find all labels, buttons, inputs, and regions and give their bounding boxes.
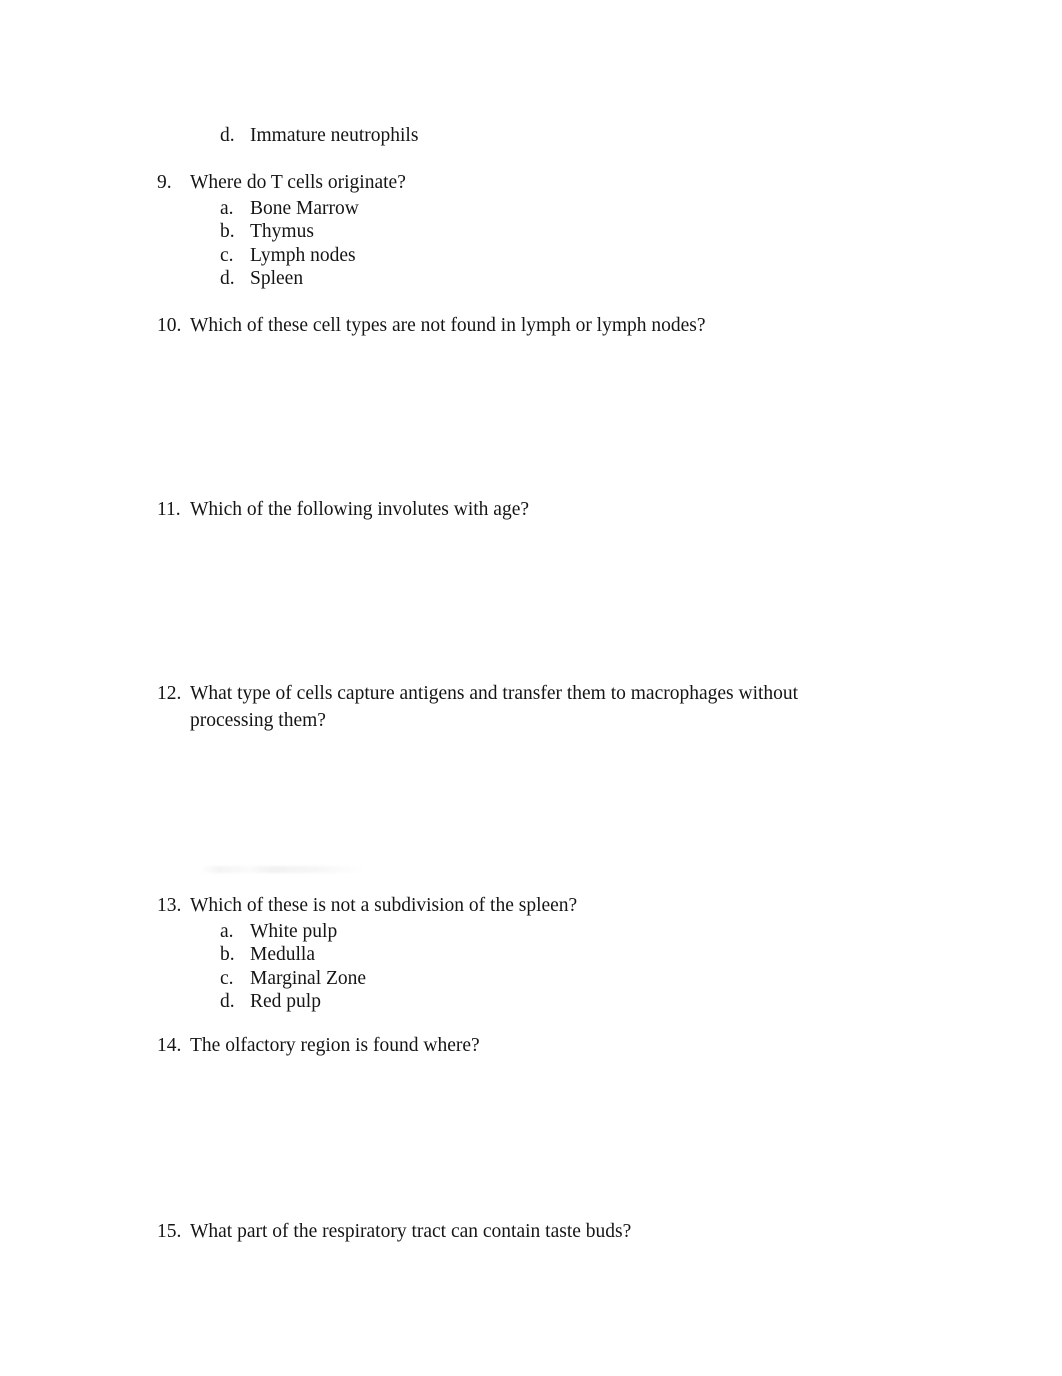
option-list: d. Immature neutrophils xyxy=(157,124,418,148)
question-number: 12. xyxy=(157,683,182,704)
list-item[interactable]: a. White pulp xyxy=(157,920,577,944)
list-item[interactable]: d. Red pulp xyxy=(157,990,577,1014)
option-list: a. Bone Marrow b. Thymus c. Lymph nodes … xyxy=(157,197,406,291)
question-block-11: 11. Which of the following involutes wit… xyxy=(157,497,529,524)
question-block-15: 15. What part of the respiratory tract c… xyxy=(157,1219,631,1246)
question-line: 10. Which of these cell types are not fo… xyxy=(157,313,706,340)
question-text: What type of cells capture antigens and … xyxy=(190,683,799,731)
option-letter: c. xyxy=(220,244,234,266)
option-text: Spleen xyxy=(250,268,304,289)
option-text: White pulp xyxy=(250,920,338,942)
question-text: Which of the following involutes with ag… xyxy=(190,499,530,520)
question-number: 10. xyxy=(157,315,182,336)
question-block-13: 13. Which of these is not a subdivision … xyxy=(157,893,577,1014)
option-letter: d. xyxy=(220,991,235,1012)
option-text: Bone Marrow xyxy=(250,197,359,219)
option-list: a. White pulp b. Medulla c. Marginal Zon… xyxy=(157,920,577,1014)
question-line: 11. Which of the following involutes wit… xyxy=(157,497,529,524)
question-text: The olfactory region is found where? xyxy=(190,1035,480,1056)
option-letter: b. xyxy=(220,221,235,242)
option-text: Lymph nodes xyxy=(250,244,356,266)
option-text: Thymus xyxy=(250,221,314,242)
question-block-10: 10. Which of these cell types are not fo… xyxy=(157,313,706,340)
option-letter: a. xyxy=(220,920,234,942)
question-number: 14. xyxy=(157,1035,182,1056)
option-letter: a. xyxy=(220,197,234,219)
question-number: 9. xyxy=(157,172,172,193)
question-block-12: 12. What type of cells capture antigens … xyxy=(157,681,872,734)
list-item[interactable]: b. Medulla xyxy=(157,943,577,967)
orphan-option-block: d. Immature neutrophils xyxy=(157,124,418,148)
option-text: Immature neutrophils xyxy=(250,125,419,146)
question-line: 9. Where do T cells originate? xyxy=(157,170,406,197)
question-text: What part of the respiratory tract can c… xyxy=(190,1221,632,1242)
question-number: 11. xyxy=(157,499,181,520)
question-block-14: 14. The olfactory region is found where? xyxy=(157,1033,480,1060)
question-block-9: 9. Where do T cells originate? a. Bone M… xyxy=(157,170,406,291)
list-item[interactable]: c. Marginal Zone xyxy=(157,967,577,991)
list-item[interactable]: d. Spleen xyxy=(157,267,406,291)
option-text: Red pulp xyxy=(250,991,321,1012)
question-line: 15. What part of the respiratory tract c… xyxy=(157,1219,631,1246)
list-item[interactable]: a. Bone Marrow xyxy=(157,197,406,221)
option-letter: d. xyxy=(220,268,235,289)
question-number: 15. xyxy=(157,1221,182,1242)
question-text: Which of these cell types are not found … xyxy=(190,315,706,336)
option-letter: d. xyxy=(220,125,235,146)
question-number: 13. xyxy=(157,895,182,916)
document-page: d. Immature neutrophils 9. Where do T ce… xyxy=(0,0,1062,1376)
erased-content-artifact xyxy=(200,866,362,873)
question-text: Which of these is not a subdivision of t… xyxy=(190,895,578,916)
option-letter: b. xyxy=(220,944,235,965)
option-text: Marginal Zone xyxy=(250,967,367,989)
question-line: 12. What type of cells capture antigens … xyxy=(157,681,872,734)
question-line: 13. Which of these is not a subdivision … xyxy=(157,893,577,920)
list-item[interactable]: b. Thymus xyxy=(157,220,406,244)
question-line: 14. The olfactory region is found where? xyxy=(157,1033,480,1060)
list-item[interactable]: c. Lymph nodes xyxy=(157,244,406,268)
option-text: Medulla xyxy=(250,944,315,965)
question-text: Where do T cells originate? xyxy=(190,172,406,193)
list-item[interactable]: d. Immature neutrophils xyxy=(157,124,418,148)
option-letter: c. xyxy=(220,967,234,989)
